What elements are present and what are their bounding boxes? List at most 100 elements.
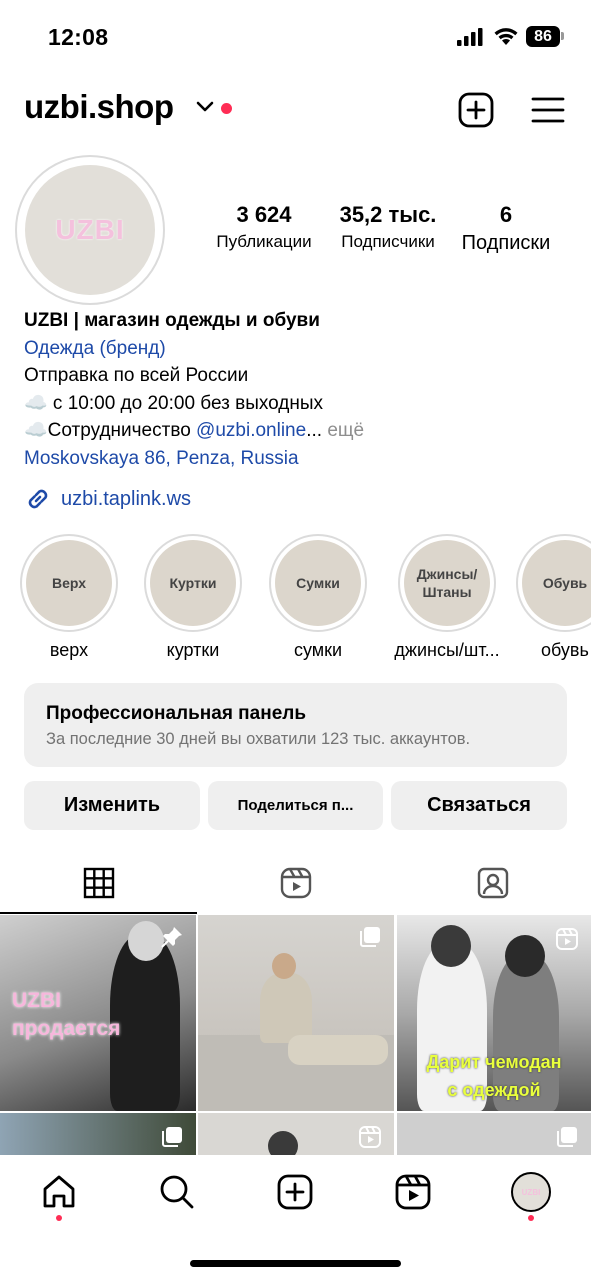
highlight-label: обувь — [541, 640, 589, 660]
post-thumbnail[interactable]: UZBI продается — [0, 915, 196, 1111]
nav-search[interactable] — [157, 1172, 197, 1212]
notification-dot — [528, 1215, 534, 1221]
profile-category[interactable]: Одежда (бренд) — [24, 335, 574, 363]
post-figure-head — [272, 953, 296, 979]
stat-value: 6 — [499, 202, 513, 227]
mention-link[interactable]: @uzbi.online — [196, 420, 306, 441]
notification-dot — [56, 1215, 62, 1221]
highlight-label: куртки — [166, 640, 220, 660]
post-caption-line: продается — [12, 1017, 121, 1040]
profile-bio: UZBI | магазин одежды и обуви Одежда (бр… — [24, 307, 574, 473]
highlight-label: сумки — [293, 640, 343, 660]
bio-text: ☁️Сотрудничество — [24, 420, 197, 442]
highlight-ring: Куртки — [144, 534, 242, 632]
link-icon — [28, 489, 48, 509]
battery-tip — [561, 32, 564, 40]
stat-label: Подписки — [461, 232, 551, 254]
highlight-item[interactable]: Сумки сумки — [268, 534, 368, 661]
home-icon — [43, 1175, 75, 1208]
tab-tagged[interactable] — [394, 852, 591, 914]
account-switcher[interactable]: uzbi.shop — [24, 88, 174, 126]
highlight-label: джинсы/шт... — [394, 640, 500, 660]
post-thumbnail[interactable]: Дарит чемодан с одеждой — [397, 915, 591, 1111]
notification-dot — [221, 103, 232, 114]
stat-value: 35,2 тыс. — [339, 202, 437, 227]
highlight-ring: Джинсы/Штаны — [398, 534, 496, 632]
post-figure — [260, 973, 312, 1043]
dashboard-title: Профессиональная панель — [46, 703, 307, 724]
bio-line: ☁️Сотрудничество @uzbi.online... ещё — [24, 417, 574, 445]
search-icon — [160, 1175, 194, 1209]
highlight-cover: Верх — [26, 540, 112, 626]
post-thumbnail[interactable] — [397, 1113, 591, 1155]
nav-home[interactable] — [39, 1172, 79, 1212]
website-url[interactable]: uzbi.taplink.ws — [61, 488, 191, 511]
chevron-down-icon[interactable] — [196, 101, 214, 113]
profile-name: UZBI | магазин одежды и обуви — [24, 310, 320, 331]
share-profile-button[interactable]: Поделиться п... — [208, 781, 383, 830]
reels-icon — [280, 867, 311, 899]
post-thumbnail[interactable] — [198, 1113, 394, 1155]
home-indicator — [190, 1260, 401, 1267]
followers-count[interactable]: 35,2 тыс. Подписчики — [328, 202, 448, 252]
profile-avatar-icon: UZBI — [511, 1172, 551, 1212]
create-post-icon[interactable] — [458, 92, 494, 128]
status-bar: 12:08 86 — [0, 0, 591, 74]
post-figure-head — [505, 935, 545, 977]
contact-button[interactable]: Связаться — [391, 781, 567, 830]
cellular-signal-icon — [457, 28, 483, 46]
highlight-item[interactable]: Верх верх — [19, 534, 119, 661]
reel-icon — [359, 1126, 381, 1148]
website-link[interactable]: uzbi.taplink.ws — [24, 485, 191, 513]
stat-label: Подписчики — [341, 232, 435, 251]
battery-indicator: 86 — [526, 26, 560, 47]
menu-icon[interactable] — [531, 96, 565, 124]
posts-count[interactable]: 3 624 Публикации — [206, 202, 322, 252]
stat-value: 3 624 — [236, 202, 292, 227]
bio-line: Отправка по всей России — [24, 365, 249, 387]
highlight-item[interactable]: Джинсы/Штаны джинсы/шт... — [392, 534, 502, 661]
post-thumbnail[interactable] — [198, 915, 394, 1111]
carousel-icon — [162, 1127, 182, 1147]
highlight-cover: Обувь — [522, 540, 591, 626]
post-caption-line: Дарит чемодан — [426, 1052, 562, 1072]
avatar[interactable]: UZBI — [25, 165, 155, 295]
carousel-icon — [557, 1127, 577, 1147]
tab-posts[interactable] — [0, 852, 197, 914]
profile-header: uzbi.shop — [0, 84, 591, 136]
highlight-label: верх — [49, 640, 89, 660]
nav-profile[interactable]: UZBI — [511, 1172, 551, 1212]
nav-reels[interactable] — [393, 1172, 433, 1212]
highlight-item[interactable]: Куртки куртки — [143, 534, 243, 661]
highlight-item[interactable]: Обувь обувь — [516, 534, 591, 661]
highlight-cover: Куртки — [150, 540, 236, 626]
tab-reels[interactable] — [197, 852, 394, 914]
professional-dashboard[interactable]: Профессиональная панель За последние 30 … — [24, 683, 567, 767]
post-caption-overlay: Дарит чемодан с одеждой — [397, 1048, 591, 1104]
reels-icon — [395, 1174, 431, 1210]
highlight-ring: Сумки — [269, 534, 367, 632]
following-count[interactable]: 6 Подписки — [452, 202, 560, 255]
bio-ellipsis: ... — [306, 420, 328, 442]
highlight-ring: Обувь — [516, 534, 591, 632]
create-icon — [277, 1174, 313, 1210]
address-link[interactable]: Moskovskaya 86, Penza, Russia — [24, 445, 574, 473]
pin-icon — [161, 927, 182, 948]
highlight-cover-line: Джинсы/ — [416, 566, 478, 582]
wifi-icon — [494, 28, 518, 45]
post-caption-overlay: UZBI продается — [12, 987, 120, 1043]
grid-icon — [83, 867, 114, 899]
post-figure — [110, 935, 180, 1111]
dashboard-subtitle: За последние 30 дней вы охватили 123 тыс… — [46, 730, 471, 748]
carousel-icon — [360, 927, 380, 947]
reel-icon — [556, 928, 578, 950]
edit-profile-button[interactable]: Изменить — [24, 781, 200, 830]
highlight-ring: Верх — [20, 534, 118, 632]
post-figure-head — [128, 921, 164, 961]
post-caption-line: с одеждой — [447, 1080, 541, 1100]
post-figure-legs — [288, 1035, 388, 1065]
nav-create[interactable] — [275, 1172, 315, 1212]
more-button[interactable]: ещё — [327, 420, 364, 441]
post-thumbnail[interactable] — [0, 1113, 196, 1155]
highlight-cover: Сумки — [275, 540, 361, 626]
